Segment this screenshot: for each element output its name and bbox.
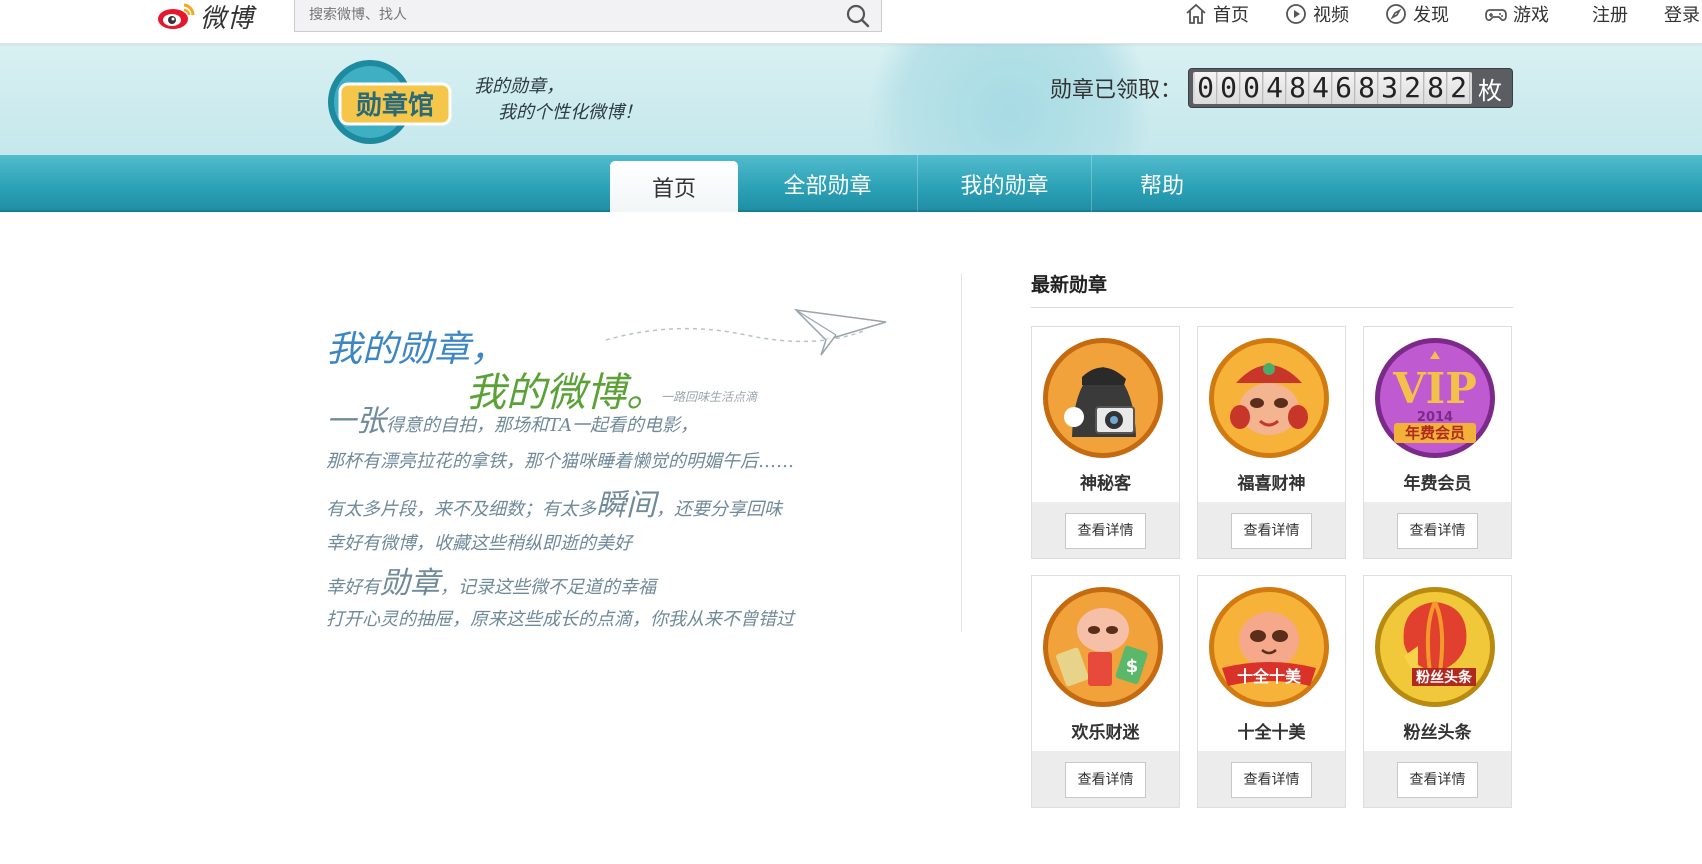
intro-p2-post: ，还要分享回味 xyxy=(656,499,782,520)
vip-medal-ribbon: 年费会员 xyxy=(1405,424,1465,442)
badge-name: 十全十美 xyxy=(1237,723,1306,743)
counter-digits: 000484683282 xyxy=(1193,72,1473,104)
badge-name: 欢乐财迷 xyxy=(1071,723,1140,743)
latest-badges: 最新勋章 神秘客 查看详情 福喜财神 查看详情 VIP 2014 年费会员 年费… xyxy=(1031,270,1513,808)
badge-name: 年费会员 xyxy=(1403,474,1472,494)
latest-badges-title: 最新勋章 xyxy=(1031,270,1513,308)
counter-digit: 0 xyxy=(1218,72,1241,104)
counter-label: 勋章已领取： xyxy=(1050,78,1183,103)
banner-slogan: 我的勋章， 我的个性化微博！ xyxy=(474,74,642,126)
intro-p3-line2: 打开心灵的抽屉，原来这些成长的点滴，你我从来不曾错过 xyxy=(326,609,794,630)
balloon-medal-icon[interactable]: 粉丝头条 xyxy=(1374,586,1496,708)
counter-digit: 6 xyxy=(1333,72,1356,104)
view-details-button[interactable]: 查看详情 xyxy=(1397,513,1478,549)
detective-camera-medal-icon[interactable] xyxy=(1042,337,1164,459)
view-details-button[interactable]: 查看详情 xyxy=(1231,762,1312,798)
counter-digit: 4 xyxy=(1310,72,1333,104)
vip-medal-year: 2014 xyxy=(1417,410,1453,425)
view-details-button[interactable]: 查看详情 xyxy=(1065,762,1146,798)
nav-games-label: 游戏 xyxy=(1513,5,1549,26)
counter-unit: 枚 xyxy=(1478,76,1503,105)
tab-home[interactable]: 首页 xyxy=(610,161,738,212)
intro-paragraph-2: 有太多片段，来不及细数；有太多瞬间，还要分享回味 xyxy=(326,491,782,523)
intro-p3-post: ，记录这些微不足道的幸福 xyxy=(440,577,656,598)
badge-card: VIP 2014 年费会员 年费会员 查看详情 xyxy=(1363,326,1512,559)
view-details-button[interactable]: 查看详情 xyxy=(1397,762,1478,798)
compass-icon xyxy=(1386,4,1406,24)
home-icon xyxy=(1186,3,1206,24)
intro-paragraph-1: 一张得意的自拍，那场和TA一起看的电影， xyxy=(326,407,699,439)
counter-display: 000484683282 枚 xyxy=(1188,68,1514,108)
search-icon[interactable] xyxy=(845,3,871,29)
nav-home-label: 首页 xyxy=(1213,5,1249,26)
badge-card: $ 欢乐财迷 查看详情 xyxy=(1031,575,1180,808)
money-fan-medal-icon[interactable]: $ xyxy=(1042,586,1164,708)
counter-digit: 2 xyxy=(1402,72,1425,104)
tab-my-badges[interactable]: 我的勋章 xyxy=(918,155,1092,212)
logo-text: 微博 xyxy=(200,3,255,34)
badge-counter: 勋章已领取： 000484683282 枚 xyxy=(1050,68,1514,108)
view-details-button[interactable]: 查看详情 xyxy=(1231,513,1312,549)
intro-p3-big: 勋章 xyxy=(380,566,440,601)
search-input[interactable] xyxy=(295,0,835,31)
badge-card: 十全十美 十全十美 查看详情 xyxy=(1197,575,1346,808)
intro-p2-big: 瞬间 xyxy=(596,488,656,523)
tab-help[interactable]: 帮助 xyxy=(1092,155,1232,212)
counter-digit: 2 xyxy=(1448,72,1471,104)
intro-paragraph-3: 幸好有勋章，记录这些微不足道的幸福 xyxy=(326,569,656,601)
counter-digit: 3 xyxy=(1379,72,1402,104)
intro-p3-pre: 幸好有 xyxy=(326,577,380,598)
weibo-eye-icon xyxy=(158,3,195,29)
perfect-medal-ribbon: 十全十美 xyxy=(1237,667,1302,686)
badge-hall-banner: 勋章馆 我的勋章， 我的个性化微博！ 勋章已领取： 000484683282 枚 xyxy=(0,44,1702,155)
slogan-line-1: 我的勋章， xyxy=(474,76,564,97)
badge-name: 福喜财神 xyxy=(1237,474,1306,494)
view-details-button[interactable]: 查看详情 xyxy=(1065,513,1146,549)
intro-section: 我的勋章， 我的微博。 一路回味生活点滴 一张得意的自拍，那场和TA一起看的电影… xyxy=(326,300,887,640)
counter-digit: 8 xyxy=(1356,72,1379,104)
top-bar: 微博 首页 视频 发现 游戏 注册 登录 xyxy=(0,0,1702,44)
nav-games[interactable]: 游戏 xyxy=(1484,0,1549,28)
search-box xyxy=(294,0,882,32)
intro-p2-pre: 有太多片段，来不及细数；有太多 xyxy=(326,499,596,520)
vip-medal-icon[interactable]: VIP 2014 年费会员 xyxy=(1374,337,1496,459)
badge-card: 福喜财神 查看详情 xyxy=(1197,326,1346,559)
balloon-medal-ribbon: 粉丝头条 xyxy=(1416,669,1473,686)
video-icon xyxy=(1286,4,1306,24)
tab-all-badges[interactable]: 全部勋章 xyxy=(738,155,918,212)
badge-hall-logo[interactable]: 勋章馆 xyxy=(326,58,462,146)
intro-p2-line2: 幸好有微博，收藏这些稍纵即逝的美好 xyxy=(326,533,632,554)
nav-video[interactable]: 视频 xyxy=(1284,0,1349,28)
nav-discover[interactable]: 发现 xyxy=(1384,0,1449,28)
counter-digit: 0 xyxy=(1195,72,1218,104)
weibo-logo[interactable]: 微博 xyxy=(156,0,255,34)
badge-card: 神秘客 查看详情 xyxy=(1031,326,1180,559)
register-link[interactable]: 注册 xyxy=(1592,0,1628,28)
intro-p1-big: 一张 xyxy=(326,404,386,439)
slogan-line-2: 我的个性化微博！ xyxy=(498,102,642,123)
gamepad-icon xyxy=(1485,9,1507,21)
fortune-god-medal-icon[interactable] xyxy=(1208,337,1330,459)
badge-name: 粉丝头条 xyxy=(1403,723,1472,743)
intro-subtitle: 一路回味生活点滴 xyxy=(661,390,758,404)
badge-card: 粉丝头条 粉丝头条 查看详情 xyxy=(1363,575,1512,808)
counter-digit: 8 xyxy=(1425,72,1448,104)
nav-home[interactable]: 首页 xyxy=(1184,0,1249,28)
counter-digit: 8 xyxy=(1287,72,1310,104)
perfect-medal-icon[interactable]: 十全十美 xyxy=(1208,586,1330,708)
nav-video-label: 视频 xyxy=(1313,5,1349,26)
counter-digit: 0 xyxy=(1241,72,1264,104)
badge-name: 神秘客 xyxy=(1080,474,1131,494)
login-link[interactable]: 登录 xyxy=(1664,0,1700,28)
svg-text:VIP: VIP xyxy=(1392,364,1477,413)
badge-hall-logo-text: 勋章馆 xyxy=(355,90,434,121)
intro-p1-rest: 得意的自拍，那场和TA一起看的电影， xyxy=(386,415,699,436)
section-divider xyxy=(961,274,962,632)
nav-discover-label: 发现 xyxy=(1413,5,1449,26)
intro-p1-line2: 那杯有漂亮拉花的拿铁，那个猫咪睡着懒觉的明媚午后…… xyxy=(326,451,794,472)
svg-text:$: $ xyxy=(1126,656,1139,677)
counter-digit: 4 xyxy=(1264,72,1287,104)
main-nav: 首页 全部勋章 我的勋章 帮助 xyxy=(0,155,1702,212)
